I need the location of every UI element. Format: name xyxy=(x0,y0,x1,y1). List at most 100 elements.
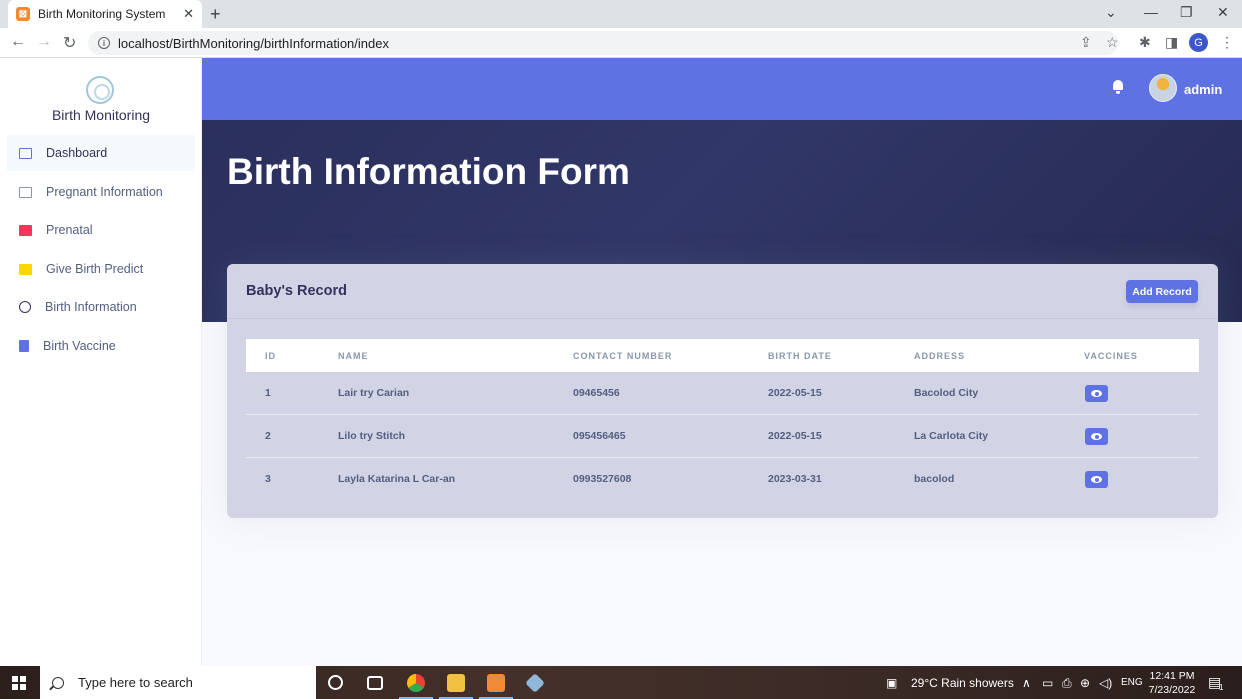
sidebar-item-dashboard[interactable]: Dashboard xyxy=(7,135,195,171)
document-icon xyxy=(19,340,29,352)
close-tab-icon[interactable]: ✕ xyxy=(183,6,194,22)
table-row: 3 Layla Katarina L Car-an 0993527608 202… xyxy=(246,458,1199,501)
cell-name: Layla Katarina L Car-an xyxy=(338,473,456,485)
cell-address: Bacolod City xyxy=(914,387,979,399)
red-box-icon xyxy=(19,224,32,236)
browser-tab[interactable]: ⊠ Birth Monitoring System ✕ xyxy=(8,0,202,28)
sidebar: Birth Monitoring Dashboard Pregnant Info… xyxy=(0,58,202,666)
sidebar-item-label: Pregnant Information xyxy=(46,185,163,199)
battery-icon[interactable]: ▭ xyxy=(1042,676,1053,690)
cell-birth-date: 2023-03-31 xyxy=(768,473,822,485)
minimize-icon[interactable]: — xyxy=(1144,4,1158,20)
reload-icon[interactable]: ↻ xyxy=(63,33,76,53)
cell-name: Lilo try Stitch xyxy=(338,430,406,442)
forward-icon[interactable]: → xyxy=(36,33,52,51)
close-window-icon[interactable]: ✕ xyxy=(1217,4,1229,21)
back-icon[interactable]: ← xyxy=(10,33,26,51)
column-header-contact: CONTACT NUMBER xyxy=(573,351,673,361)
sidebar-item-label: Birth Information xyxy=(45,300,137,314)
tab-title: Birth Monitoring System xyxy=(38,7,166,21)
page-title: Birth Information Form xyxy=(227,151,630,192)
sidebar-item-label: Dashboard xyxy=(46,146,108,160)
avatar[interactable] xyxy=(1149,74,1177,102)
chevron-up-icon[interactable]: ∧ xyxy=(1022,676,1031,690)
extensions-icon[interactable]: ✱ xyxy=(1139,34,1151,51)
profile-avatar[interactable]: G xyxy=(1189,33,1208,52)
view-vaccines-button[interactable] xyxy=(1085,471,1108,488)
clock-date: 7/23/2022 xyxy=(1148,684,1196,696)
cell-address: La Carlota City xyxy=(914,430,989,442)
browser-menu-icon[interactable]: ⋮ xyxy=(1220,34,1234,51)
cell-id: 1 xyxy=(265,387,271,399)
cell-birth-date: 2022-05-15 xyxy=(768,430,822,442)
share-icon[interactable]: ⇪ xyxy=(1080,34,1092,51)
paint-icon[interactable] xyxy=(525,673,545,693)
sidebar-item-give-birth-predict[interactable]: Give Birth Predict xyxy=(7,251,195,287)
view-vaccines-button[interactable] xyxy=(1085,385,1108,402)
windows-taskbar: Type here to search ▣ 29°C Rain showers … xyxy=(0,666,1242,699)
language-indicator[interactable]: ENG xyxy=(1121,677,1143,688)
taskbar-search-input[interactable]: Type here to search xyxy=(40,666,316,699)
taskbar-clock[interactable]: 12:41 PM 7/23/2022 xyxy=(1144,669,1200,697)
sidebar-item-label: Prenatal xyxy=(46,223,93,237)
view-vaccines-button[interactable] xyxy=(1085,428,1108,445)
table-row: 1 Lair try Carian 09465456 2022-05-15 Ba… xyxy=(246,372,1199,415)
cell-name: Lair try Carian xyxy=(338,387,410,399)
add-record-button[interactable]: Add Record xyxy=(1126,280,1198,303)
column-header-id: ID xyxy=(265,351,276,361)
new-tab-icon[interactable]: + xyxy=(210,4,221,25)
sidebar-item-birth-information[interactable]: Birth Information xyxy=(7,289,195,325)
tab-search-chevron-icon[interactable]: ⌄ xyxy=(1105,4,1117,21)
top-navbar: admin xyxy=(202,58,1242,120)
cell-contact: 0993527608 xyxy=(573,473,632,485)
card-title: Baby's Record xyxy=(246,283,347,299)
records-table: ID NAME CONTACT NUMBER BIRTH DATE ADDRES… xyxy=(246,339,1199,501)
device-icon[interactable]: ⎙ xyxy=(1062,676,1072,691)
network-globe-icon[interactable]: ⊕ xyxy=(1080,676,1090,690)
xampp-favicon-icon: ⊠ xyxy=(16,7,30,21)
cell-id: 3 xyxy=(265,473,271,485)
side-panel-icon[interactable]: ◨ xyxy=(1165,34,1178,51)
card-header: Baby's Record Add Record xyxy=(227,264,1218,319)
weather-text[interactable]: 29°C Rain showers xyxy=(911,676,1014,690)
bookmark-star-icon[interactable]: ☆ xyxy=(1106,34,1119,51)
eye-icon xyxy=(1091,433,1102,440)
monitor-icon xyxy=(19,186,32,198)
address-bar: ← → ↻ i localhost/BirthMonitoring/birthI… xyxy=(0,28,1242,58)
windows-start-icon[interactable] xyxy=(12,676,26,690)
sidebar-item-pregnant-information[interactable]: Pregnant Information xyxy=(7,174,195,210)
eye-icon xyxy=(1091,476,1102,483)
notification-count: 1 xyxy=(1219,683,1224,692)
site-info-icon[interactable]: i xyxy=(98,37,110,49)
xampp-icon[interactable] xyxy=(479,674,513,699)
url-field[interactable]: i localhost/BirthMonitoring/birthInforma… xyxy=(88,31,1118,55)
calendar-icon xyxy=(19,263,32,275)
table-header: ID NAME CONTACT NUMBER BIRTH DATE ADDRES… xyxy=(246,339,1199,372)
bell-icon[interactable] xyxy=(1112,80,1124,94)
brand-name: Birth Monitoring xyxy=(51,107,151,123)
globe-icon xyxy=(19,301,31,313)
weather-icon[interactable]: ▣ xyxy=(886,676,897,690)
cell-id: 2 xyxy=(265,430,271,442)
cell-birth-date: 2022-05-15 xyxy=(768,387,822,399)
volume-icon[interactable]: ◁) xyxy=(1099,676,1112,690)
column-header-name: NAME xyxy=(338,351,369,361)
task-view-icon[interactable] xyxy=(367,676,383,690)
sidebar-item-label: Give Birth Predict xyxy=(46,262,144,276)
column-header-birth-date: BIRTH DATE xyxy=(768,351,832,361)
chrome-icon[interactable] xyxy=(399,674,433,699)
logo-icon xyxy=(86,76,114,104)
search-icon xyxy=(52,676,64,689)
eye-icon xyxy=(1091,390,1102,397)
sidebar-item-birth-vaccine[interactable]: Birth Vaccine xyxy=(7,328,195,364)
cell-contact: 095456465 xyxy=(573,430,626,442)
cortana-icon[interactable] xyxy=(328,675,343,690)
file-explorer-icon[interactable] xyxy=(439,674,473,699)
clock-time: 12:41 PM xyxy=(1149,670,1195,682)
username[interactable]: admin xyxy=(1184,82,1222,97)
restore-icon[interactable]: ❐ xyxy=(1180,4,1193,21)
sidebar-item-prenatal[interactable]: Prenatal xyxy=(7,212,195,248)
column-header-address: ADDRESS xyxy=(914,351,966,361)
search-placeholder: Type here to search xyxy=(78,675,193,690)
sidebar-item-label: Birth Vaccine xyxy=(43,339,116,353)
